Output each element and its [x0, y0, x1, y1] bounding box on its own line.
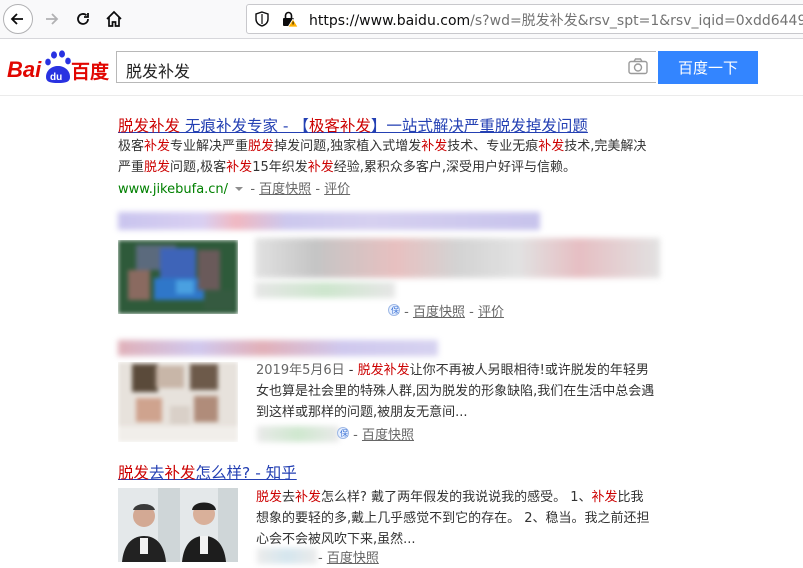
- result-4-meta: - 百度快照: [318, 551, 379, 566]
- result-3-abstract: 2019年5月6日 - 脱发补发让你不再被人另眼相待!或许脱发的年轻男女也算是社…: [256, 363, 655, 420]
- result-1-title-highlight: 脱发补发: [118, 117, 181, 135]
- shield-icon[interactable]: [255, 11, 269, 27]
- search-input[interactable]: 脱发补发: [116, 51, 656, 83]
- dropdown-arrow-icon[interactable]: [234, 185, 244, 193]
- svg-text:保: 保: [391, 305, 399, 315]
- result-2-abstract-obscured: [255, 238, 660, 278]
- search-query: 脱发补发: [126, 62, 191, 81]
- arrow-right-icon: [46, 13, 59, 25]
- svg-text:保: 保: [340, 428, 348, 438]
- result-1-abs-text: 问题,极客: [170, 160, 227, 175]
- arrow-left-icon: [10, 13, 23, 25]
- result-4-image: [118, 488, 238, 562]
- verified-badge-icon: 保: [337, 427, 349, 439]
- reload-button[interactable]: [68, 4, 98, 34]
- url-text: https://www.baidu.com/s?wd=脱发补发&rsv_spt=…: [309, 10, 803, 30]
- result-1-abs-highlight: 脱发: [248, 139, 275, 154]
- result-4-snapshot-link[interactable]: 百度快照: [327, 551, 379, 566]
- result-4-thumbnail[interactable]: [118, 488, 238, 562]
- svg-text:Bai: Bai: [7, 57, 42, 82]
- result-3-snapshot-link[interactable]: 百度快照: [362, 428, 414, 443]
- result-4-title[interactable]: 脱发去补发怎么样? - 知乎: [118, 461, 297, 483]
- back-button[interactable]: [3, 4, 33, 34]
- result-1-abstract: 极客补发专业解决严重脱发掉发问题,独家植入式增发补发技术、专业无痕补发技术,完美…: [118, 136, 658, 178]
- result-3-meta: 保 - 百度快照: [337, 424, 414, 443]
- result-1-abs-highlight: 补发: [421, 139, 448, 154]
- result-1-title-highlight-2: 极客补发: [308, 117, 371, 135]
- search-button[interactable]: 百度一下: [658, 51, 758, 84]
- result-2-review-link[interactable]: 评价: [478, 305, 504, 320]
- result-4-title-mid: 去: [149, 464, 165, 482]
- svg-text:du: du: [50, 72, 62, 83]
- result-1-abs-highlight: 补发: [538, 139, 565, 154]
- result-1-meta: www.jikebufa.cn/ - 百度快照 - 评价: [118, 182, 351, 197]
- result-1-abs-highlight: 补发: [144, 139, 171, 154]
- result-4-abstract: 脱发去补发怎么样? 戴了两年假发的我说说我的感受。 1、补发比我想象的要轻的多,…: [256, 487, 656, 550]
- result-1-abs-highlight: 补发: [307, 160, 334, 175]
- result-4-abs-highlight-3: 补发: [591, 490, 618, 505]
- url-host: https://www.baidu.com: [309, 13, 471, 29]
- home-icon: [106, 10, 122, 27]
- home-button[interactable]: [99, 4, 129, 34]
- browser-toolbar: https://www.baidu.com/s?wd=脱发补发&rsv_spt=…: [0, 0, 803, 39]
- result-3-image: [118, 362, 238, 442]
- result-1-review-link[interactable]: 评价: [324, 182, 350, 197]
- result-1-abs-highlight: 补发: [226, 160, 253, 175]
- result-4-abs-highlight-2: 补发: [295, 490, 322, 505]
- result-4-title-highlight-2: 补发: [164, 464, 196, 482]
- result-4-abs-highlight-1: 脱发: [256, 490, 283, 505]
- result-3-highlight: 脱发补发: [357, 363, 410, 378]
- camera-icon[interactable]: [628, 58, 648, 75]
- result-4-title-highlight: 脱发: [118, 464, 150, 482]
- result-3-date: 2019年5月6日: [256, 363, 345, 378]
- result-4-abs-text-1: 去: [282, 490, 296, 505]
- result-1-abs-text: 经验,累积众多客户,深受用户好评与信赖。: [333, 160, 577, 175]
- url-bar[interactable]: https://www.baidu.com/s?wd=脱发补发&rsv_spt=…: [246, 4, 803, 34]
- result-4-abs-text-2: 怎么样? 戴了两年假发的我说说我的感受。 1、: [321, 490, 592, 505]
- result-2-title-obscured: [118, 212, 540, 230]
- result-1-abs-text: 掉发问题,独家植入式增发: [274, 139, 422, 154]
- result-1-abs-text: 15年织发: [252, 160, 308, 175]
- lock-warning-icon[interactable]: [281, 10, 299, 28]
- result-1-abs-text: 技术、专业无痕: [447, 139, 539, 154]
- result-1-url[interactable]: www.jikebufa.cn/: [118, 182, 228, 197]
- result-1-abs-highlight: 脱发: [144, 160, 171, 175]
- baidu-header: Bai du 百度 脱发补发 百度一下: [0, 39, 803, 96]
- result-1-abs-text: 专业解决严重: [170, 139, 249, 154]
- result-4-url-obscured: [257, 548, 317, 564]
- reload-icon: [77, 13, 89, 25]
- result-2-snapshot-link[interactable]: 百度快照: [413, 305, 465, 320]
- result-1-abs-text: 极客: [118, 139, 145, 154]
- result-3-thumbnail[interactable]: [118, 362, 238, 442]
- result-1-snapshot-link[interactable]: 百度快照: [259, 182, 311, 197]
- result-2-image: [118, 240, 238, 314]
- result-1-title[interactable]: 脱发补发 无痕补发专家 - 【极客补发】一站式解决严重脱发掉发问题: [118, 114, 588, 136]
- result-3-title-obscured: [118, 340, 438, 356]
- result-4-title-rest: 怎么样? - 知乎: [195, 464, 297, 482]
- svg-text:百度: 百度: [71, 60, 110, 83]
- url-path: /s?wd=脱发补发&rsv_spt=1&rsv_iqid=0xdd644990…: [470, 13, 803, 29]
- result-2-meta: 保 - 百度快照 - 评价: [388, 301, 504, 320]
- result-2-thumbnail[interactable]: [118, 240, 238, 314]
- result-1-title-mid: 无痕补发专家 - 【: [180, 117, 309, 135]
- result-3-url-obscured: [257, 426, 339, 442]
- baidu-logo[interactable]: Bai du 百度: [7, 49, 111, 85]
- result-2-url-obscured: [255, 282, 395, 298]
- result-1-title-rest: 】一站式解决严重脱发掉发问题: [370, 117, 588, 135]
- forward-button[interactable]: [36, 4, 66, 34]
- verified-badge-icon: 保: [388, 304, 400, 316]
